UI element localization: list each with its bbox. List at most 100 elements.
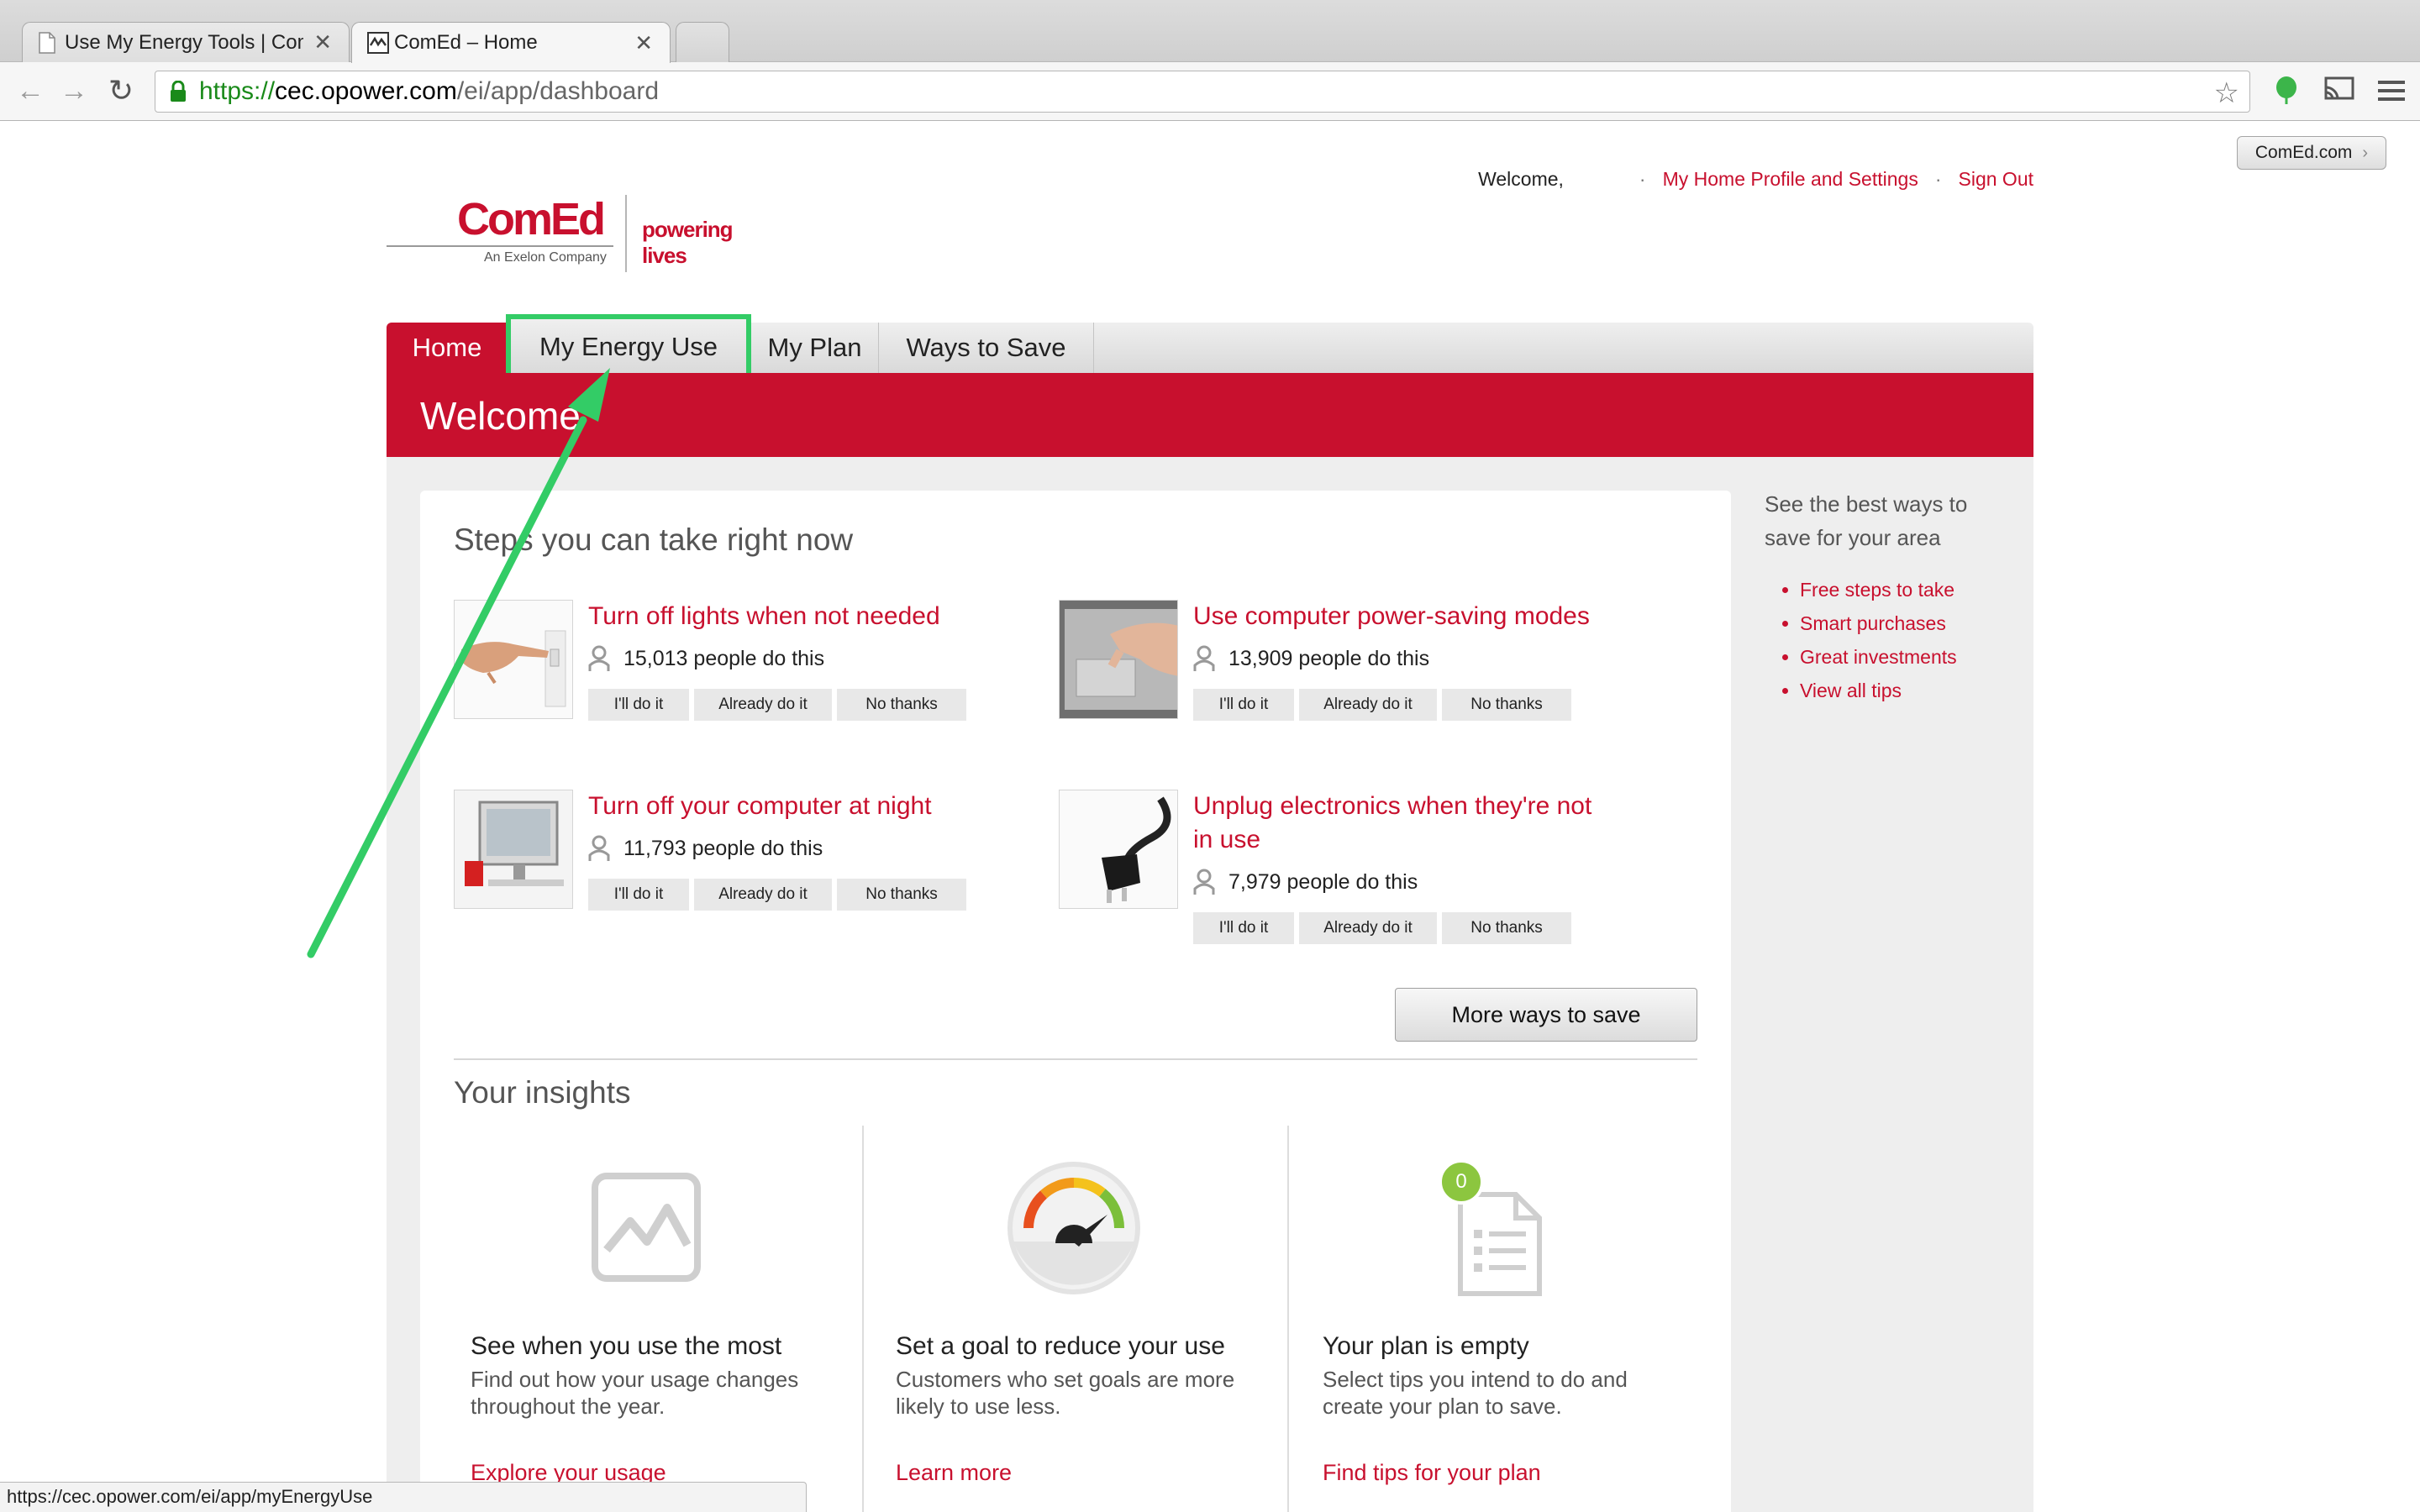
person-icon: [1193, 869, 1215, 895]
tip-count-suffix: people do this: [1298, 646, 1430, 670]
tip-actions: I'll do it Already do it No thanks: [1193, 912, 1576, 944]
laptop-touchpad-photo[interactable]: [1059, 600, 1178, 719]
tip-count-suffix: people do this: [693, 646, 825, 670]
welcome-text: Welcome,: [1478, 168, 1564, 190]
tip-card: Unplug electronics when they're not in u…: [1059, 790, 1630, 949]
extension-leaf-icon[interactable]: [2274, 76, 2299, 110]
logo-brand: ComEd: [457, 194, 606, 244]
tip-count-number: 7,979: [1228, 869, 1281, 894]
tip-title[interactable]: Turn off your computer at night: [588, 790, 1008, 823]
sidebar: See the best ways to save for your area …: [1765, 487, 2008, 707]
tip-card: Turn off lights when not needed 15,013 p…: [454, 600, 992, 726]
plan-count-badge: 0: [1439, 1159, 1484, 1205]
back-arrow-icon[interactable]: ←: [13, 74, 47, 108]
desktop-computer-photo[interactable]: [454, 790, 573, 909]
already-do-button[interactable]: Already do it: [1299, 689, 1437, 721]
tab-title: Use My Energy Tools | Com: [65, 30, 304, 54]
tip-actions: I'll do it Already do it No thanks: [1193, 689, 1576, 721]
tip-count-suffix: people do this: [692, 836, 823, 860]
already-do-button[interactable]: Already do it: [694, 689, 832, 721]
person-icon: [588, 645, 610, 672]
opower-favicon-icon: [367, 32, 389, 54]
tip-actions: I'll do it Already do it No thanks: [588, 689, 971, 721]
browser-tab-energy-tools[interactable]: Use My Energy Tools | Com ✕: [22, 22, 350, 62]
url-host: cec.opower.com: [275, 77, 457, 105]
already-do-button[interactable]: Already do it: [1299, 912, 1437, 944]
page-title: Welcome: [420, 394, 581, 438]
sidebar-links: Free steps to take Smart purchases Great…: [1765, 573, 2008, 707]
hand-switch-photo[interactable]: [454, 600, 573, 719]
no-thanks-button[interactable]: No thanks: [1442, 912, 1571, 944]
will-do-button[interactable]: I'll do it: [588, 879, 689, 911]
tab-my-energy-use[interactable]: My Energy Use: [506, 314, 751, 380]
person-icon: [588, 835, 610, 862]
insight-title: Your plan is empty: [1323, 1332, 1529, 1360]
tip-count: 13,909 people do this: [1193, 645, 1429, 672]
bookmark-star-icon[interactable]: ☆: [2214, 76, 2239, 110]
tip-card: Use computer power-saving modes 13,909 p…: [1059, 600, 1630, 726]
tip-count-suffix: people do this: [1286, 869, 1418, 894]
power-plug-photo[interactable]: [1059, 790, 1178, 909]
comed-logo[interactable]: ComEd An Exelon Company powering lives: [387, 190, 765, 277]
tab-home[interactable]: Home: [387, 323, 508, 373]
learn-more-link[interactable]: Learn more: [896, 1460, 1012, 1486]
no-thanks-button[interactable]: No thanks: [1442, 689, 1571, 721]
status-bar-url: https://cec.opower.com/ei/app/myEnergyUs…: [0, 1482, 807, 1512]
sign-out-link[interactable]: Sign Out: [1959, 168, 2034, 191]
profile-settings-link[interactable]: My Home Profile and Settings: [1663, 168, 1918, 191]
close-tab-icon[interactable]: ✕: [313, 29, 332, 55]
already-do-button[interactable]: Already do it: [694, 879, 832, 911]
tab-ways-to-save[interactable]: Ways to Save: [879, 323, 1094, 373]
section-divider: [454, 1058, 1697, 1060]
tip-count: 15,013 people do this: [588, 645, 824, 672]
insight-description: Find out how your usage changes througho…: [471, 1367, 799, 1419]
tip-count: 11,793 people do this: [588, 835, 823, 862]
menu-icon[interactable]: [2378, 79, 2405, 107]
chevron-right-icon: ›: [2362, 143, 2369, 162]
usage-chart-icon: [592, 1173, 701, 1286]
browser-toolbar: ← → ↻ https://cec.opower.com/ei/app/dash…: [0, 62, 2420, 121]
no-thanks-button[interactable]: No thanks: [837, 879, 966, 911]
sidebar-link-view-all-tips[interactable]: View all tips: [1800, 674, 2008, 707]
reload-icon[interactable]: ↻: [104, 73, 138, 108]
main-nav: Home My Energy Use My Plan Ways to Save: [387, 314, 2033, 380]
will-do-button[interactable]: I'll do it: [588, 689, 689, 721]
tab-title: ComEd – Home: [394, 31, 538, 54]
tab-my-plan[interactable]: My Plan: [751, 323, 879, 373]
sidebar-link-free-steps[interactable]: Free steps to take: [1800, 573, 2008, 606]
will-do-button[interactable]: I'll do it: [1193, 912, 1294, 944]
tip-count: 7,979 people do this: [1193, 869, 1418, 895]
new-tab-button[interactable]: [676, 22, 729, 62]
url-path: /ei/app/dashboard: [456, 77, 660, 105]
tip-count-number: 15,013: [623, 646, 688, 670]
no-thanks-button[interactable]: No thanks: [837, 689, 966, 721]
welcome-banner: Welcome: [387, 373, 2033, 457]
forward-arrow-icon[interactable]: →: [57, 74, 91, 108]
goal-gauge-icon: [1005, 1159, 1143, 1301]
browser-tab-comed-home[interactable]: ComEd – Home ✕: [351, 22, 671, 63]
lock-icon: [169, 80, 187, 102]
logo-subtitle: An Exelon Company: [484, 250, 607, 265]
tip-title[interactable]: Unplug electronics when they're not in u…: [1193, 790, 1613, 857]
person-icon: [1193, 645, 1215, 672]
insight-description: Customers who set goals are more likely …: [896, 1367, 1235, 1419]
comed-site-link[interactable]: ComEd.com ›: [2237, 136, 2386, 170]
tip-title[interactable]: Use computer power-saving modes: [1193, 600, 1613, 633]
tip-count-number: 13,909: [1228, 646, 1293, 670]
steps-heading: Steps you can take right now: [454, 522, 854, 557]
find-tips-link[interactable]: Find tips for your plan: [1323, 1460, 1541, 1486]
page-icon: [38, 31, 56, 54]
tip-title[interactable]: Turn off lights when not needed: [588, 600, 1008, 633]
more-ways-to-save-button[interactable]: More ways to save: [1395, 988, 1697, 1042]
account-nav: Welcome, · My Home Profile and Settings …: [1478, 168, 2034, 191]
sidebar-link-smart-purchases[interactable]: Smart purchases: [1800, 606, 2008, 640]
logo-tagline: powering lives: [642, 217, 734, 268]
tip-actions: I'll do it Already do it No thanks: [588, 879, 971, 911]
sidebar-link-great-investments[interactable]: Great investments: [1800, 640, 2008, 674]
address-bar[interactable]: https://cec.opower.com/ei/app/dashboard …: [155, 71, 2250, 113]
cast-icon[interactable]: [2323, 76, 2356, 108]
comed-site-link-label: ComEd.com: [2254, 143, 2353, 162]
close-tab-icon[interactable]: ✕: [634, 30, 653, 56]
will-do-button[interactable]: I'll do it: [1193, 689, 1294, 721]
insight-title: See when you use the most: [471, 1332, 782, 1360]
